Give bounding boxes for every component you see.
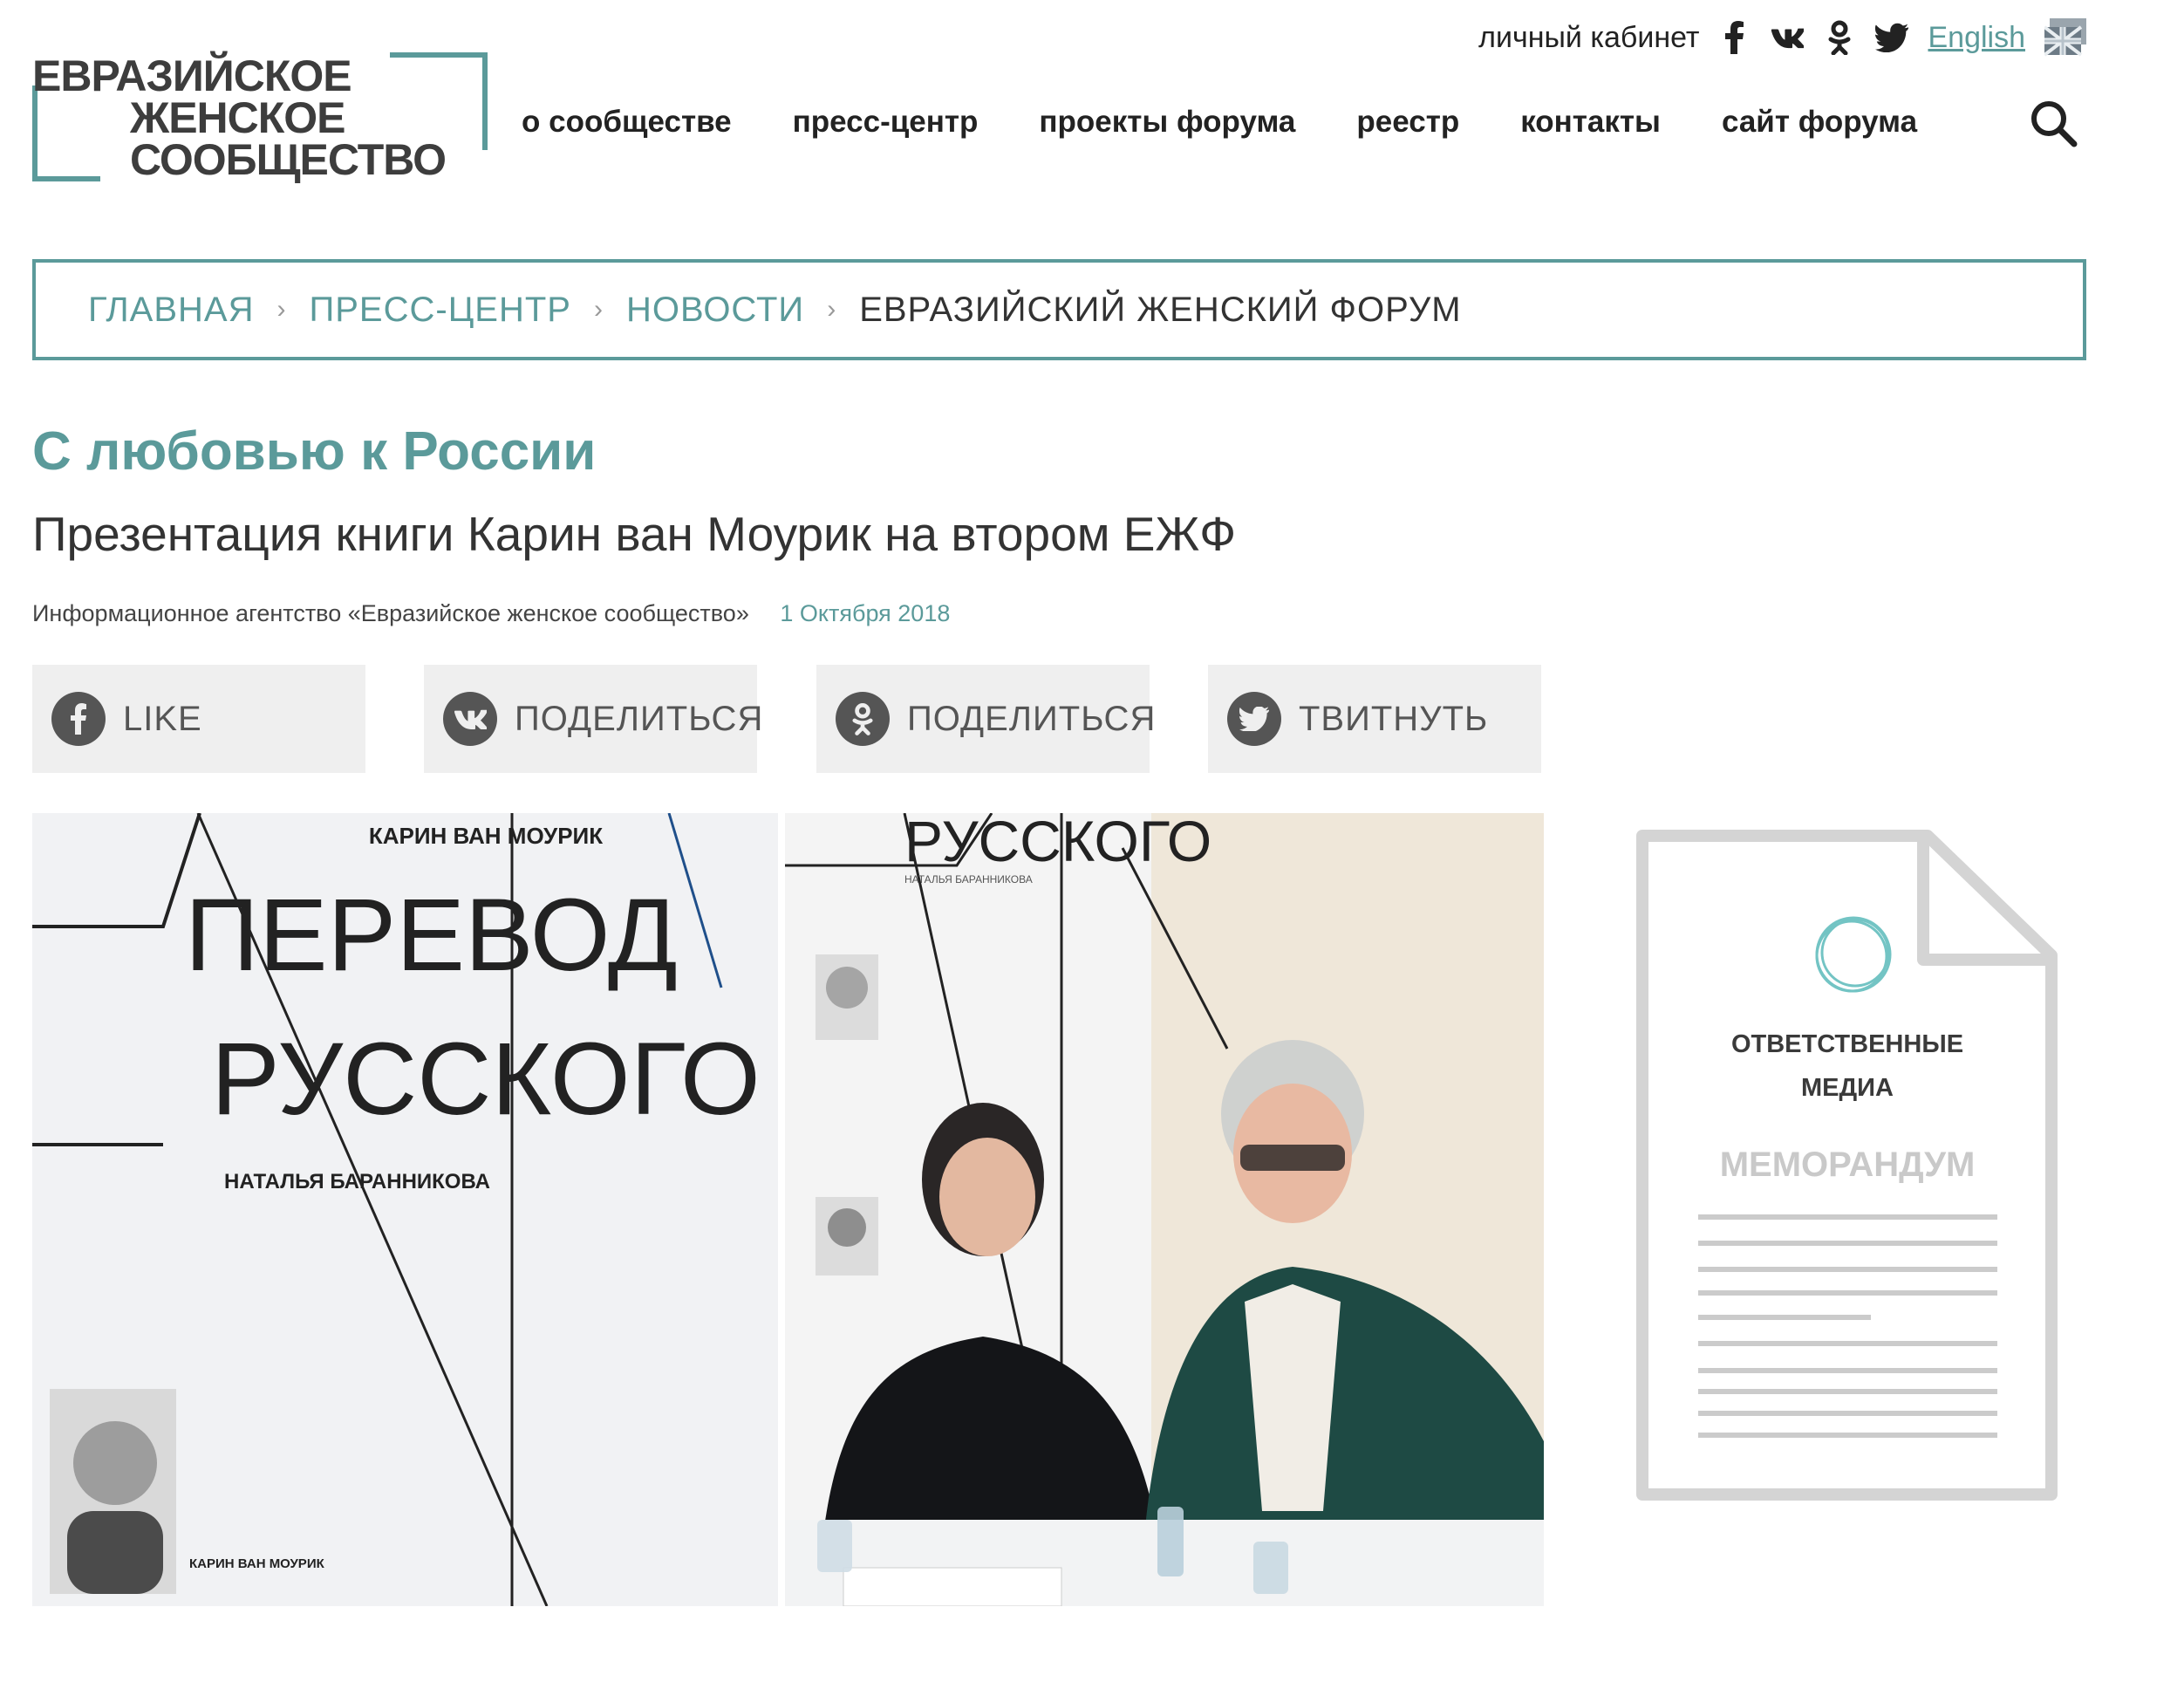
- nav-item-press-center[interactable]: пресс-центр: [793, 105, 979, 140]
- personal-account-link[interactable]: личный кабинет: [1478, 21, 1699, 55]
- nav-item-contacts[interactable]: контакты: [1520, 105, 1661, 140]
- responsible-media-memorandum-banner[interactable]: ОТВЕТСТВЕННЫЕ МЕДИА МЕМОРАНДУМ: [1635, 829, 2058, 1501]
- nav-item-forum-site[interactable]: сайт форума: [1722, 105, 1917, 140]
- banner-translator-right-text: НАТАЛЬЯ БАРАННИКОВА: [904, 873, 1033, 886]
- facebook-icon[interactable]: [1718, 21, 1751, 54]
- twitter-icon[interactable]: [1875, 21, 1909, 54]
- nav-item-registry[interactable]: реестр: [1356, 105, 1459, 140]
- banner-word-1: ПЕРЕВОД: [185, 878, 678, 993]
- breadcrumb-current: Евразийский женский форум: [859, 290, 1462, 329]
- logo-line-1: ЕВРАЗИЙСКОЕ: [32, 51, 352, 100]
- search-icon[interactable]: [2028, 98, 2080, 150]
- memo-line-2: МЕДИА: [1801, 1074, 1894, 1102]
- main-navigation: о сообществе пресс-центр проекты форума …: [522, 96, 1917, 148]
- article-date: 1 Октября 2018: [780, 600, 951, 626]
- breadcrumb-press-center[interactable]: Пресс-центр: [309, 291, 570, 330]
- banner-translator-text: НАТАЛЬЯ БАРАННИКОВА: [224, 1170, 490, 1193]
- article-subtitle: Презентация книги Карин ван Моурик на вт…: [32, 507, 1237, 561]
- facebook-like-label: LIKE: [123, 699, 202, 738]
- site-logo[interactable]: ЕВРАЗИЙСКОЕ ЖЕНСКОЕ СООБЩЕСТВО: [32, 51, 488, 184]
- nav-item-about[interactable]: о сообществе: [522, 105, 732, 140]
- banner-word-right: РУССКОГО: [904, 813, 1211, 873]
- share-buttons: LIKE ПОДЕЛИТЬСЯ ПОДЕЛИТЬСЯ ТВИТНУТЬ: [32, 665, 1541, 773]
- nav-item-forum-projects[interactable]: проекты форума: [1039, 105, 1295, 140]
- article-source: Информационное агентство «Евразийское же…: [32, 600, 749, 626]
- vk-icon: [443, 692, 497, 746]
- vk-share-button[interactable]: ПОДЕЛИТЬСЯ: [424, 665, 762, 773]
- language-switch-link[interactable]: English: [1928, 21, 2025, 55]
- breadcrumb-separator-icon: ›: [276, 295, 287, 324]
- article-photo: КАРИН ВАН МОУРИК ПЕРЕВОД РУССКОГО НАТАЛЬ…: [32, 813, 1544, 1606]
- ok-share-button[interactable]: ПОДЕЛИТЬСЯ: [816, 665, 1155, 773]
- breadcrumb: Главная › Пресс-центр › Новости › Еврази…: [32, 259, 2086, 360]
- logo-line-2: ЖЕНСКОЕ: [130, 93, 346, 142]
- portrait-caption-text: КАРИН ВАН МОУРИК: [189, 1556, 325, 1571]
- article-meta: Информационное агентство «Евразийское же…: [32, 600, 950, 627]
- twitter-icon: [1227, 692, 1281, 746]
- uk-flag-icon[interactable]: [2043, 18, 2088, 57]
- facebook-like-button[interactable]: LIKE: [32, 665, 365, 773]
- breadcrumb-separator-icon: ›: [593, 295, 604, 324]
- breadcrumb-separator-icon: ›: [827, 295, 837, 324]
- banner-author-text: КАРИН ВАН МОУРИК: [369, 823, 603, 849]
- facebook-icon: [51, 692, 106, 746]
- vk-icon[interactable]: [1771, 21, 1805, 54]
- breadcrumb-home[interactable]: Главная: [88, 291, 254, 330]
- ok-share-label: ПОДЕЛИТЬСЯ: [907, 699, 1157, 738]
- logo-line-3: СООБЩЕСТВО: [130, 135, 447, 184]
- banner-word-2: РУССКОГО: [211, 1022, 761, 1137]
- top-bar: личный кабинет English: [1478, 16, 2088, 59]
- breadcrumb-news[interactable]: Новости: [626, 291, 804, 330]
- vk-share-label: ПОДЕЛИТЬСЯ: [515, 699, 764, 738]
- odnoklassniki-icon[interactable]: [1823, 20, 1856, 55]
- memo-line-1: ОТВЕТСТВЕННЫЕ: [1731, 1030, 1963, 1058]
- twitter-tweet-button[interactable]: ТВИТНУТЬ: [1208, 665, 1541, 773]
- odnoklassniki-icon: [836, 692, 890, 746]
- article-title: С любовью к России: [32, 421, 597, 482]
- memo-line-3: МЕМОРАНДУМ: [1720, 1145, 1976, 1184]
- twitter-tweet-label: ТВИТНУТЬ: [1299, 699, 1489, 738]
